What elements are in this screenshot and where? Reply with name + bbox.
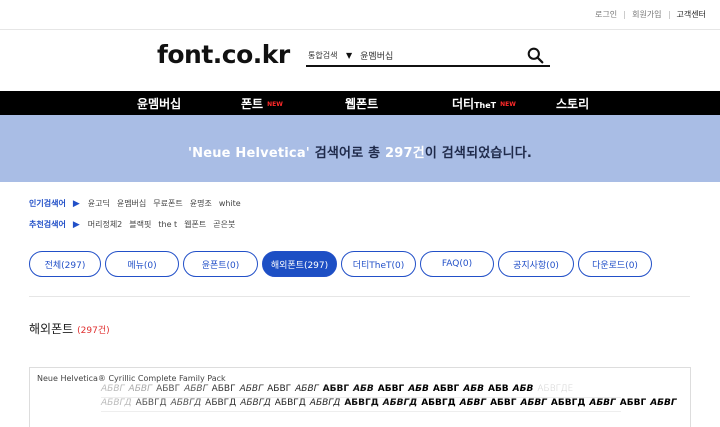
font-family-title[interactable]: Neue Helvetica® Cyrillic Complete Family… bbox=[37, 374, 226, 383]
new-badge: NEW bbox=[500, 101, 516, 108]
nav-item-story[interactable]: 스토리 bbox=[556, 95, 589, 112]
glyph-sample: АБВГ bbox=[156, 384, 181, 394]
glyph-sample: АБВГД bbox=[382, 398, 418, 408]
font-result-card[interactable]: Neue Helvetica® Cyrillic Complete Family… bbox=[29, 367, 691, 427]
glyph-sample: АБВГ bbox=[128, 384, 153, 394]
glyph-sample: АБВ bbox=[487, 384, 509, 394]
glyph-sample: АБВ bbox=[353, 384, 374, 394]
glyph-sample: АБВГ bbox=[267, 384, 292, 394]
glyph-sample: АБВГ bbox=[101, 384, 125, 394]
popular-keywords-label: 인기검색어 bbox=[29, 199, 66, 208]
glyph-sample: АБВГ bbox=[239, 384, 264, 394]
tab-thet[interactable]: 더티TheT(0) bbox=[341, 251, 416, 277]
keyword-link[interactable]: 웹폰트 bbox=[184, 219, 206, 230]
login-link[interactable]: 로그인 bbox=[588, 9, 624, 20]
glyph-sample: АБВГДЕ bbox=[537, 384, 574, 394]
main-navigation: 윤멤버십 폰트 NEW 웹폰트 더티TheT NEW 스토리 bbox=[0, 91, 720, 115]
glyph-sample: АБВГД bbox=[309, 398, 341, 408]
nav-item-sublabel: TheT bbox=[474, 101, 497, 110]
section-divider bbox=[29, 296, 690, 297]
top-bar: 로그인 회원가입 고객센터 bbox=[0, 0, 720, 30]
result-category-tabs: 전체(297) 메뉴(0) 윤폰트(0) 해외폰트(297) 더티TheT(0)… bbox=[29, 251, 656, 277]
search-input[interactable] bbox=[360, 50, 511, 60]
glyph-sample: АБВГД bbox=[240, 398, 271, 408]
glyph-sample: АБВГ bbox=[490, 398, 517, 408]
search-query: 'Neue Helvetica' bbox=[187, 146, 310, 161]
glyph-sample: АБВГД bbox=[170, 398, 202, 408]
section-heading: 해외폰트 (297건) bbox=[29, 320, 110, 337]
keyword-link[interactable]: 블랙핏 bbox=[129, 219, 151, 230]
chevron-down-icon[interactable]: ▼ bbox=[346, 51, 352, 60]
search-icon[interactable] bbox=[527, 47, 544, 64]
keyword-link[interactable]: 곧은붓 bbox=[213, 219, 235, 230]
keyword-link[interactable]: 머리정체2 bbox=[88, 219, 123, 230]
tab-downloads[interactable]: 다운로드(0) bbox=[578, 251, 652, 277]
customer-center-link[interactable]: 고객센터 bbox=[670, 9, 713, 20]
nav-item-label: 더티 bbox=[452, 97, 475, 111]
glyph-sample: АБВГ bbox=[432, 384, 460, 394]
search-result-banner: 'Neue Helvetica' 검색어로 총 297건이 검색되었습니다. bbox=[0, 115, 720, 182]
glyph-sample: АБВГД bbox=[274, 398, 306, 408]
keyword-link[interactable]: white bbox=[219, 199, 241, 208]
glyph-preview-row: АБВГД АБВГД АБВГД АБВГД АБВГД АБВГД АБВГ… bbox=[101, 398, 681, 408]
search-bar: 통합검색 ▼ bbox=[306, 45, 550, 67]
tab-menu[interactable]: 메뉴(0) bbox=[105, 251, 179, 277]
utility-links: 로그인 회원가입 고객센터 bbox=[588, 9, 713, 20]
glyph-sample: АБВ bbox=[408, 384, 429, 394]
glyph-sample: АБВГД bbox=[550, 398, 586, 408]
glyph-preview-row: АБВГ АБВГ АБВГ АБВГ АБВГ АБВГ АБВГ АБВГ … bbox=[101, 384, 577, 394]
recommended-keywords-label: 추천검색어 bbox=[29, 220, 66, 229]
tab-notices[interactable]: 공지사항(0) bbox=[498, 251, 574, 277]
divider bbox=[101, 411, 621, 412]
glyph-sample: АБВГ bbox=[295, 384, 319, 394]
nav-item-thet[interactable]: 더티TheT NEW bbox=[452, 95, 516, 112]
glyph-sample: АБВГ bbox=[520, 398, 547, 408]
tab-foreign-fonts[interactable]: 해외폰트(297) bbox=[262, 251, 337, 277]
glyph-sample: АБВ bbox=[512, 384, 534, 394]
nav-item-label: 폰트 bbox=[241, 97, 264, 111]
summary-text: 검색어로 총 bbox=[310, 146, 385, 161]
nav-item-membership[interactable]: 윤멤버십 bbox=[137, 95, 181, 112]
glyph-sample: АБВГ bbox=[650, 398, 677, 408]
glyph-sample: АБВГ bbox=[377, 384, 405, 394]
glyph-sample: АБВГД bbox=[421, 398, 456, 408]
site-logo[interactable]: font.co.kr bbox=[157, 40, 290, 69]
keyword-link[interactable]: 윤고딕 bbox=[88, 198, 110, 209]
tab-all[interactable]: 전체(297) bbox=[29, 251, 101, 277]
glyph-sample: АБВГ bbox=[619, 398, 647, 408]
new-badge: NEW bbox=[267, 101, 283, 108]
glyph-sample: АБВГ bbox=[589, 398, 616, 408]
nav-item-label: 윤멤버십 bbox=[137, 97, 182, 111]
summary-tail: 이 검색되었습니다. bbox=[424, 146, 533, 161]
glyph-sample: АБВГД bbox=[205, 398, 237, 408]
nav-item-label: 스토리 bbox=[556, 97, 590, 111]
glyph-sample: АБВГ bbox=[184, 384, 208, 394]
glyph-sample: АБВГ bbox=[322, 384, 350, 394]
glyph-sample: АБВГ bbox=[211, 384, 236, 394]
keyword-link[interactable]: 무료폰트 bbox=[153, 198, 182, 209]
tab-yoon-fonts[interactable]: 윤폰트(0) bbox=[183, 251, 258, 277]
result-count: 297건 bbox=[384, 146, 425, 161]
play-arrow-icon: ▶ bbox=[72, 219, 80, 230]
result-summary: 'Neue Helvetica' 검색어로 총 297건이 검색되었습니다. bbox=[0, 142, 720, 161]
search-scope-select[interactable]: 통합검색 bbox=[306, 50, 340, 61]
tab-faq[interactable]: FAQ(0) bbox=[420, 251, 494, 277]
glyph-sample: АБВГД bbox=[344, 398, 379, 408]
play-arrow-icon: ▶ bbox=[72, 198, 80, 209]
popular-keywords: 인기검색어 ▶ 윤고딕 윤멤버십 무료폰트 윤명조 white bbox=[29, 198, 248, 209]
nav-item-webfonts[interactable]: 웹폰트 bbox=[345, 95, 378, 112]
keyword-link[interactable]: the t bbox=[158, 220, 177, 229]
section-count: (297건) bbox=[77, 326, 110, 336]
keyword-link[interactable]: 윤명조 bbox=[190, 198, 212, 209]
glyph-sample: АБВГ bbox=[459, 398, 487, 408]
keyword-link[interactable]: 윤멤버십 bbox=[117, 198, 146, 209]
glyph-sample: АБВГД bbox=[101, 398, 132, 408]
section-title: 해외폰트 bbox=[29, 322, 74, 336]
nav-item-fonts[interactable]: 폰트 NEW bbox=[241, 95, 283, 112]
nav-item-label: 웹폰트 bbox=[345, 97, 379, 111]
glyph-sample: АБВГД bbox=[135, 398, 167, 408]
glyph-sample: АБВ bbox=[463, 384, 484, 394]
signup-link[interactable]: 회원가입 bbox=[625, 9, 668, 20]
recommended-keywords: 추천검색어 ▶ 머리정체2 블랙핏 the t 웹폰트 곧은붓 bbox=[29, 219, 242, 230]
